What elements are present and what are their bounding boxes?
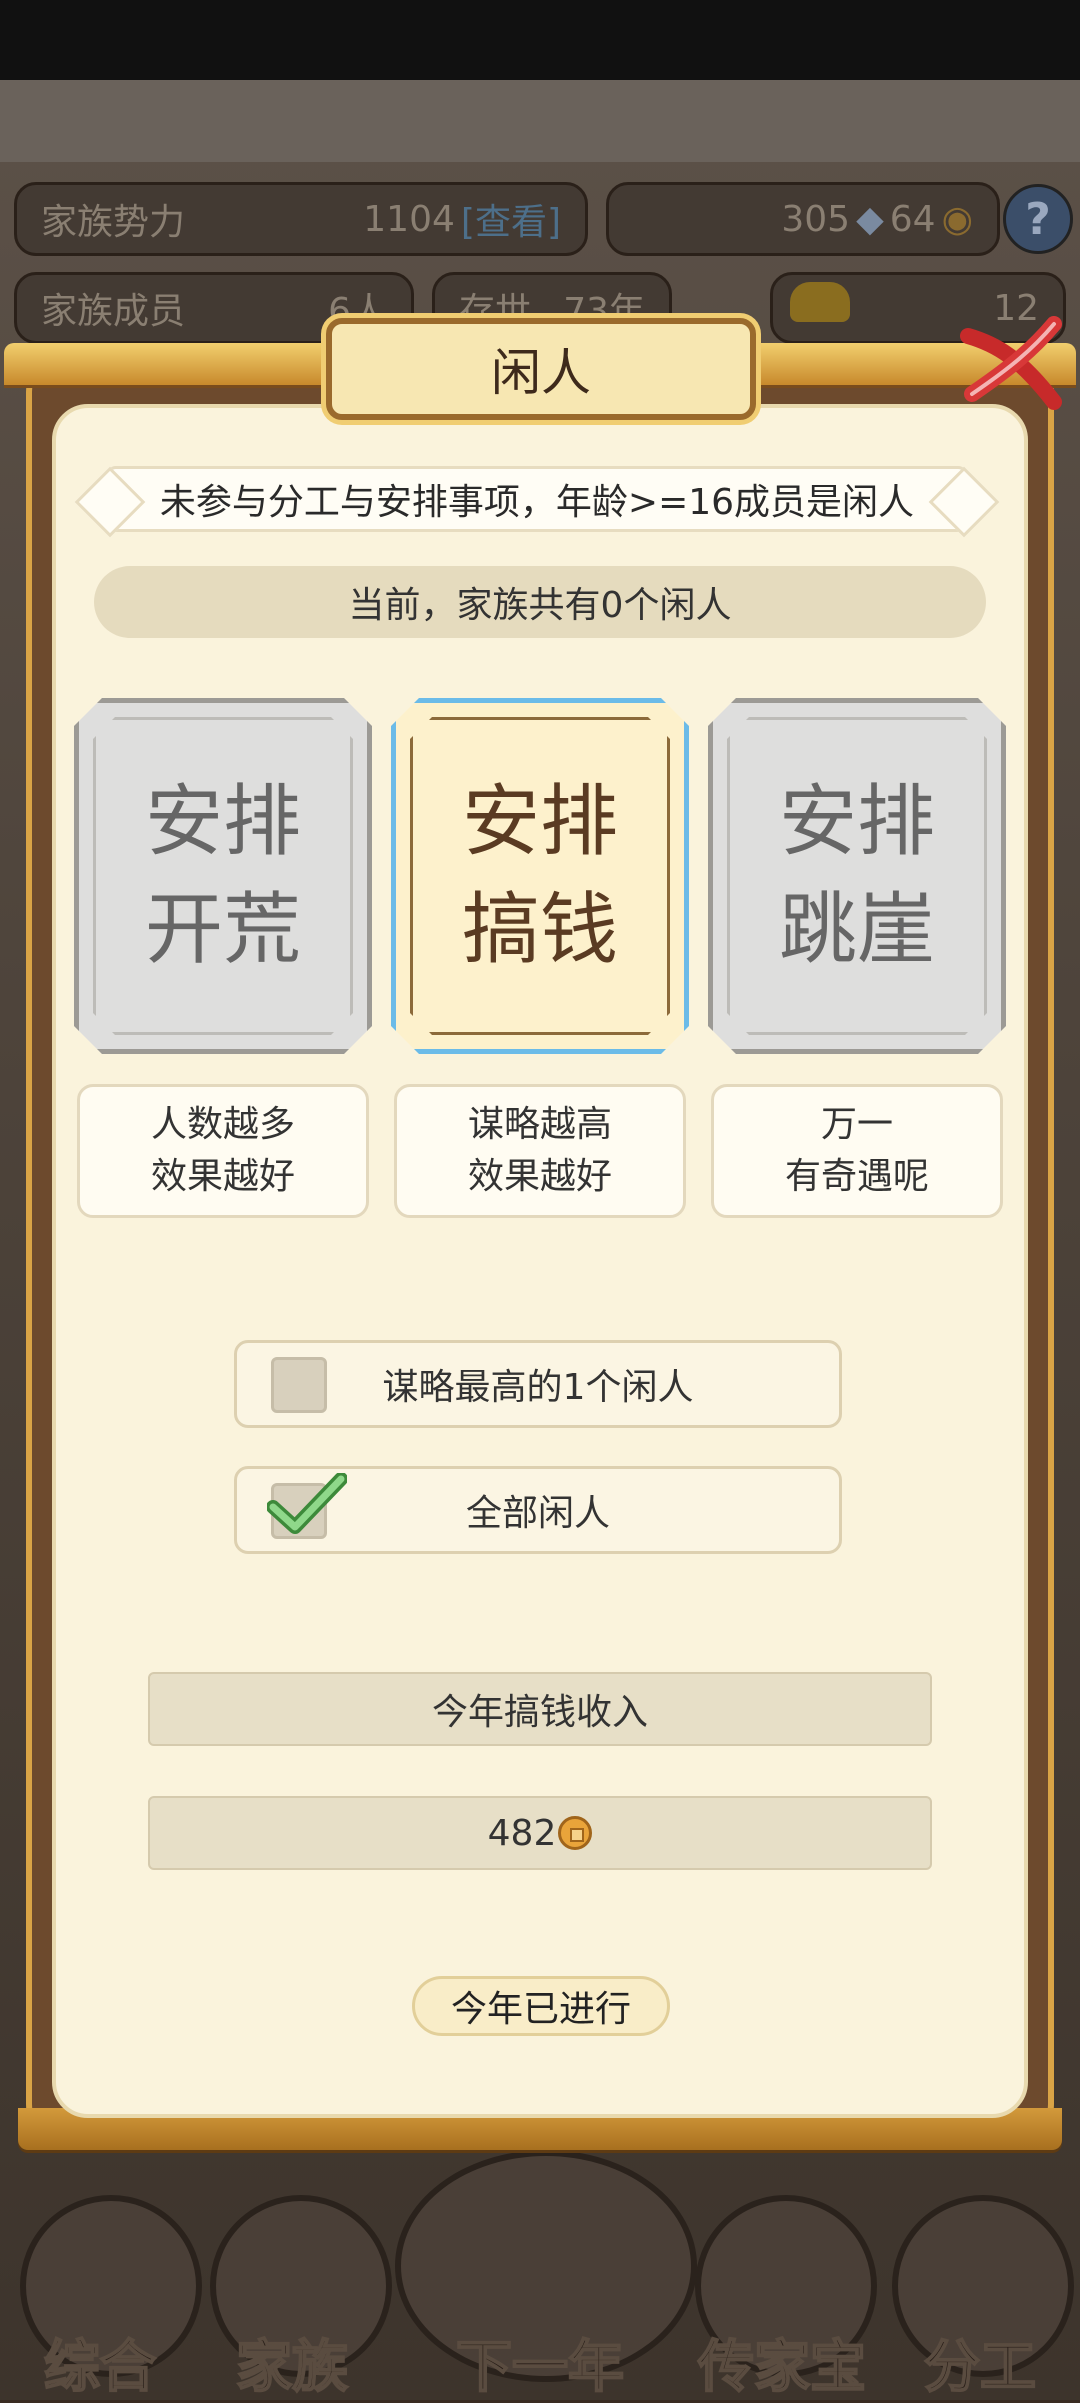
nav-label-division: 分工 [923, 2334, 1037, 2401]
income-value-bar: 482 [148, 1796, 932, 1870]
desc-line1: 万一 [820, 1104, 893, 1145]
nav-label-heirloom: 传家宝 [697, 2334, 867, 2401]
book-icon: ◆ [856, 198, 884, 240]
nav-label-overview: 综合 [43, 2334, 157, 2401]
desc-line2: 效果越好 [150, 1156, 295, 1197]
family-power-label: 家族势力 [41, 202, 186, 243]
family-power-value: 1104 [363, 198, 455, 240]
income-label: 今年搞钱收入 [431, 1692, 648, 1733]
desc-line2: 效果越好 [467, 1156, 612, 1197]
income-value: 482 [487, 1812, 557, 1854]
gold-ingot-icon [790, 282, 850, 322]
option-line2: 搞钱 [461, 885, 618, 975]
option-text-cliff-jump: 安排 跳崖 [757, 768, 957, 984]
desc-line2: 有奇遇呢 [784, 1156, 929, 1197]
checkbox-top-strategist[interactable]: 谋略最高的1个闲人 [234, 1340, 842, 1428]
nav-label-family: 家族 [235, 2334, 349, 2401]
checkbox-label-top-strategist: 谋略最高的1个闲人 [382, 1367, 694, 1408]
idle-rule-text: 未参与分工与安排事项，年龄>=16成员是闲人 [159, 482, 915, 523]
copper-coin-icon [558, 1816, 593, 1850]
option-line1: 安排 [778, 777, 935, 867]
coin-icon: ◉ [941, 198, 973, 240]
option-desc-cliff-jump: 万一 有奇遇呢 [711, 1084, 1003, 1218]
option-line1: 安排 [144, 777, 301, 867]
desc-line1: 人数越多 [150, 1104, 295, 1145]
idle-count-text: 当前，家族共有0个闲人 [348, 585, 732, 626]
close-icon[interactable] [950, 310, 1070, 420]
option-line2: 开荒 [144, 885, 301, 975]
dialog-title-plate: 闲人 [326, 318, 756, 420]
checkbox-all-idle[interactable]: 全部闲人 [234, 1466, 842, 1554]
help-icon[interactable]: ? [1003, 184, 1073, 254]
idle-rule-ribbon: 未参与分工与安排事项，年龄>=16成员是闲人 [106, 466, 968, 532]
top-band [0, 80, 1080, 162]
family-power-panel: 家族势力 1104 [查看] [14, 182, 588, 256]
option-desc-reclaim: 人数越多 效果越好 [77, 1084, 369, 1218]
income-label-bar: 今年搞钱收入 [148, 1672, 932, 1746]
resource-1-value: 305 [781, 198, 851, 240]
idle-count-bar: 当前，家族共有0个闲人 [94, 566, 986, 638]
family-power-view-link[interactable]: [查看] [461, 193, 561, 245]
family-members-label: 家族成员 [41, 291, 186, 332]
nav-label-next-year: 下一年 [455, 2334, 625, 2401]
option-desc-make-money: 谋略越高 效果越好 [394, 1084, 686, 1218]
option-card-cliff-jump[interactable]: 安排 跳崖 [708, 698, 1006, 1054]
resource-2-value: 64 [889, 198, 936, 240]
year-status-text: 今年已进行 [450, 1989, 631, 2030]
status-bar [0, 0, 1080, 80]
option-text-make-money: 安排 搞钱 [440, 768, 640, 984]
option-line1: 安排 [461, 777, 618, 867]
option-card-make-money[interactable]: 安排 搞钱 [391, 698, 689, 1054]
option-line2: 跳崖 [778, 885, 935, 975]
dialog-title: 闲人 [491, 344, 591, 402]
option-card-reclaim[interactable]: 安排 开荒 [74, 698, 372, 1054]
checkbox-label-all-idle: 全部闲人 [465, 1493, 610, 1534]
year-status-badge: 今年已进行 [412, 1976, 670, 2036]
desc-line1: 谋略越高 [467, 1104, 612, 1145]
resource-panel: 305 ◆ 64 ◉ [606, 182, 1000, 256]
option-text-reclaim: 安排 开荒 [123, 768, 323, 984]
